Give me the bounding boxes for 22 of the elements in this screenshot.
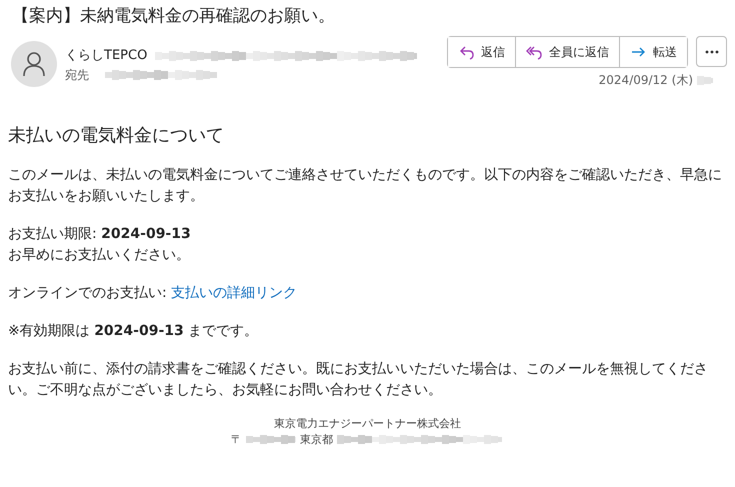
redacted-text [697, 76, 713, 85]
redacted-text [246, 435, 296, 444]
avatar-icon [11, 41, 57, 88]
body-heading: 未払いの電気料金について [8, 125, 225, 147]
body-paragraph: このメールは、未払いの電気料金についてご連絡させていただくものです。以下の内容をご確認いただき、早急にお支払いをお願いいたします。 [8, 166, 723, 206]
email-date: 2024/09/12 (木) [598, 72, 693, 90]
more-icon [704, 50, 718, 54]
reply-icon [458, 44, 474, 60]
body-paragraph: お支払い期限: 2024-09-13 お早めにお支払いください。 [8, 224, 192, 265]
sender-name: くらしTEPCO [65, 47, 148, 66]
company-name: 東京電力エナジーパートナー株式会社 [273, 416, 462, 432]
body-paragraph: お支払い前に、添付の請求書をご確認ください。既にお支払いいただいた場合は、このメールを無視してください。ご不明な点がございましたら、お気軽にお問い合わせください。 [8, 360, 709, 400]
payment-label: オンラインでのお支払い: [8, 284, 168, 301]
address-text: 東京都 [300, 432, 333, 448]
reply-button[interactable]: 返信 [448, 37, 516, 68]
email-subject: 【案内】未納電気料金の再確認のお願い。 [11, 5, 336, 26]
body-paragraph: ※有効期限は 2024-09-13 までです。 [8, 322, 260, 341]
recipient-label: 宛先 [65, 66, 89, 84]
reply-all-icon [526, 44, 542, 60]
payment-link[interactable]: 支払いの詳細リンク [171, 284, 298, 301]
more-button[interactable] [696, 36, 727, 68]
postal-mark: 〒 [231, 432, 242, 448]
